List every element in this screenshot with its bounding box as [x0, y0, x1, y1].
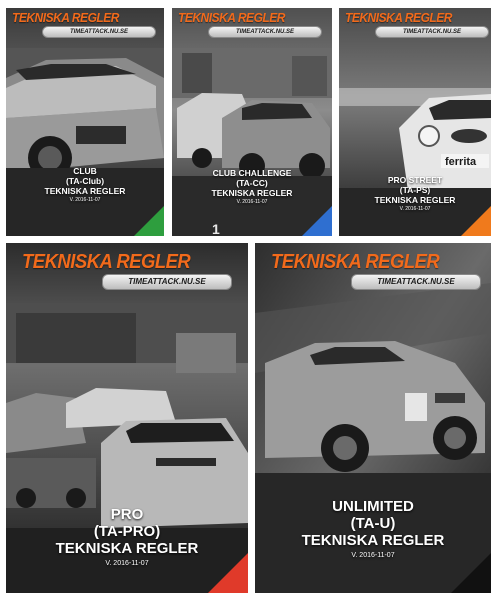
- rulebook-cover-club-challenge[interactable]: 1 TEKNISKA REGLER TIMEATTACK.NU.SE CLUB …: [172, 8, 332, 236]
- class-code: (TA-Club): [65, 176, 105, 186]
- brand-title: TEKNISKA REGLER: [178, 10, 285, 25]
- rulebook-cover-club[interactable]: TEKNISKA REGLER TIMEATTACK.NU.SE CLUB (T…: [6, 8, 164, 236]
- version-label: V. 2016-11-07: [69, 197, 101, 203]
- sponsor-decal-text: ferrita: [445, 156, 477, 168]
- doc-title: TEKNISKA REGLER: [211, 188, 293, 198]
- class-code: (TA-U): [350, 515, 396, 532]
- class-name: CLUB: [73, 166, 97, 176]
- brand-title: TEKNISKA REGLER: [22, 251, 191, 273]
- cover-caption: CLUB CHALLENGE (TA-CC) TEKNISKA REGLER V…: [172, 168, 332, 207]
- class-name: CLUB CHALLENGE: [212, 168, 292, 178]
- accent-corner: [461, 206, 491, 236]
- timeattack-logo: TIMEATTACK.NU.SE: [375, 26, 489, 38]
- accent-corner: [451, 553, 491, 593]
- accent-corner: [134, 206, 164, 236]
- class-name: PRO: [110, 506, 144, 523]
- class-name: UNLIMITED: [332, 498, 414, 515]
- doc-title: TEKNISKA REGLER: [301, 532, 445, 549]
- timeattack-logo: TIMEATTACK.NU.SE: [351, 274, 481, 290]
- class-name: PRO STREET: [387, 175, 443, 185]
- class-code: (TA-CC): [236, 178, 268, 188]
- accent-corner: [208, 553, 248, 593]
- brand-title: TEKNISKA REGLER: [271, 251, 440, 273]
- class-code: (TA-PS): [399, 185, 431, 195]
- brand-title: TEKNISKA REGLER: [345, 10, 452, 25]
- class-code: (TA-PRO): [93, 523, 161, 540]
- timeattack-logo: TIMEATTACK.NU.SE: [208, 26, 322, 38]
- accent-corner: [302, 206, 332, 236]
- doc-title: TEKNISKA REGLER: [374, 195, 456, 205]
- rulebook-cover-pro-street[interactable]: ferrita TEKNISKA REGLER TIMEATTACK.NU.SE…: [339, 8, 491, 236]
- doc-title: TEKNISKA REGLER: [44, 186, 126, 196]
- cover-caption: CLUB (TA-Club) TEKNISKA REGLER V. 2016-1…: [6, 166, 164, 205]
- track-marker-text: 1: [212, 221, 220, 236]
- timeattack-logo: TIMEATTACK.NU.SE: [102, 274, 232, 290]
- timeattack-logo: TIMEATTACK.NU.SE: [42, 26, 156, 38]
- brand-title: TEKNISKA REGLER: [12, 10, 119, 25]
- rulebook-cover-unlimited[interactable]: TEKNISKA REGLER TIMEATTACK.NU.SE UNLIMIT…: [255, 243, 491, 593]
- rulebook-cover-pro[interactable]: TEKNISKA REGLER TIMEATTACK.NU.SE PRO (TA…: [6, 243, 248, 593]
